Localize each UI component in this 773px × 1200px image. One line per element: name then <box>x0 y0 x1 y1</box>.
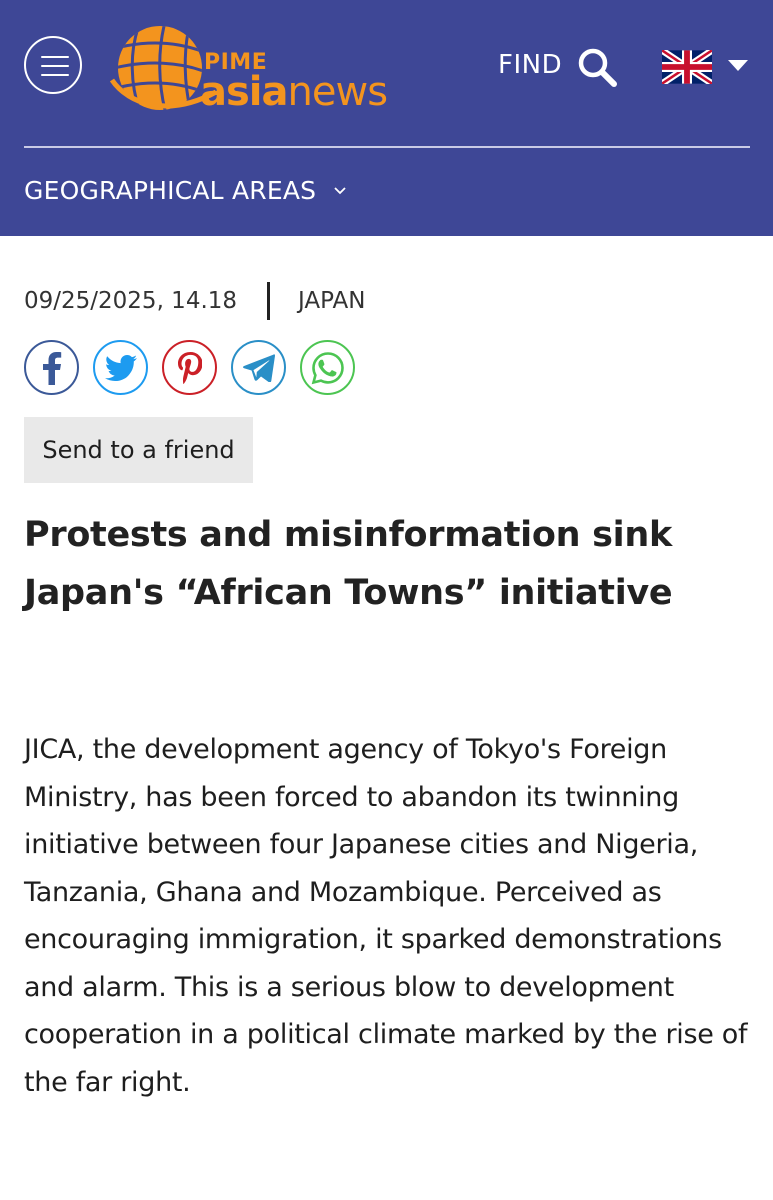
article-date: 09/25/2025, 14.18 <box>24 288 238 314</box>
search-icon[interactable] <box>576 46 618 88</box>
facebook-icon <box>42 351 61 385</box>
logo-word-light: news <box>287 69 389 115</box>
pinterest-icon <box>177 351 202 384</box>
hamburger-line <box>41 65 69 67</box>
article-summary: JICA, the development agency of Tokyo's … <box>24 734 748 1098</box>
header-divider <box>24 146 750 148</box>
logo-word-bold: asia <box>200 69 289 115</box>
hamburger-line <box>41 56 69 58</box>
twitter-icon <box>104 354 137 381</box>
chevron-down-icon[interactable] <box>334 185 346 197</box>
language-dropdown-caret-icon[interactable] <box>728 60 748 71</box>
telegram-icon <box>242 353 275 382</box>
geographical-areas-menu[interactable]: GEOGRAPHICAL AREAS <box>24 176 316 205</box>
uk-flag-icon[interactable] <box>662 50 712 84</box>
menu-button[interactable] <box>24 36 82 94</box>
find-link[interactable]: FIND <box>498 50 562 80</box>
share-facebook-button[interactable] <box>24 340 79 395</box>
site-logo[interactable]: PIME asianews <box>108 22 408 118</box>
whatsapp-icon <box>311 351 344 384</box>
site-header: PIME asianews FIND GEOGRAPHICAL AREAS <box>0 0 773 236</box>
hamburger-line <box>41 74 69 76</box>
share-twitter-button[interactable] <box>93 340 148 395</box>
share-whatsapp-button[interactable] <box>300 340 355 395</box>
article-title: Protests and misinformation sink Japan's… <box>24 515 673 613</box>
logo-wordmark: asianews <box>200 69 389 115</box>
meta-separator <box>267 282 270 320</box>
send-to-friend-button[interactable]: Send to a friend <box>24 417 253 483</box>
share-telegram-button[interactable] <box>231 340 286 395</box>
article-country-link[interactable]: JAPAN <box>298 288 365 314</box>
share-pinterest-button[interactable] <box>162 340 217 395</box>
